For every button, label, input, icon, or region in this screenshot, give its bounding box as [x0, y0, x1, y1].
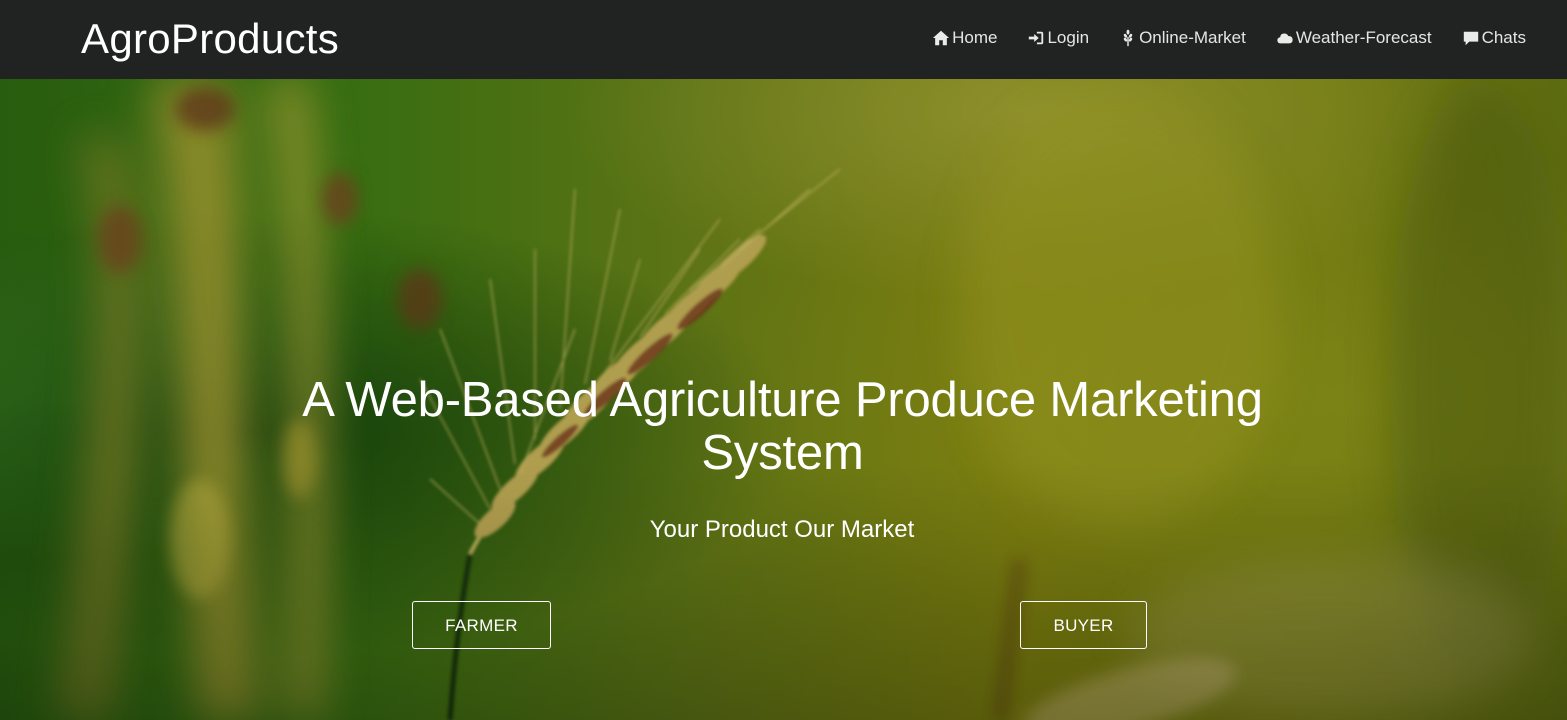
nav-item-label: Home	[952, 28, 998, 47]
chat-icon	[1461, 28, 1481, 48]
nav-menu: Home Login Online-Market Weather-Forecas…	[931, 26, 1526, 50]
page: AgroProducts Home Login Online-Market We…	[0, 0, 1567, 720]
hero-tagline: Your Product Our Market	[649, 516, 915, 543]
buyer-button[interactable]: BUYER	[1020, 601, 1147, 649]
nav-item-online-market[interactable]: Online-Market	[1118, 26, 1246, 50]
nav-item-chats[interactable]: Chats	[1461, 26, 1526, 50]
login-icon	[1026, 28, 1046, 48]
nav-item-home[interactable]: Home	[931, 26, 997, 50]
nav-item-label: Login	[1047, 28, 1090, 47]
hero-section: A Web-Based Agriculture Produce Marketin…	[0, 79, 1567, 720]
cloud-icon	[1275, 28, 1295, 48]
home-icon	[931, 28, 951, 48]
nav-item-login[interactable]: Login	[1026, 26, 1089, 50]
nav-item-weather-forecast[interactable]: Weather-Forecast	[1275, 26, 1432, 50]
farmer-button[interactable]: FARMER	[412, 601, 551, 649]
nav-item-label: Online-Market	[1139, 28, 1246, 47]
brand-logo-text[interactable]: AgroProducts	[81, 14, 339, 64]
hero-headline: A Web-Based Agriculture Produce Marketin…	[302, 373, 1263, 480]
nav-item-label: Chats	[1481, 28, 1526, 47]
grain-icon	[1118, 28, 1138, 48]
nav-item-label: Weather-Forecast	[1295, 28, 1432, 47]
top-navbar: AgroProducts Home Login Online-Market We…	[0, 0, 1567, 79]
